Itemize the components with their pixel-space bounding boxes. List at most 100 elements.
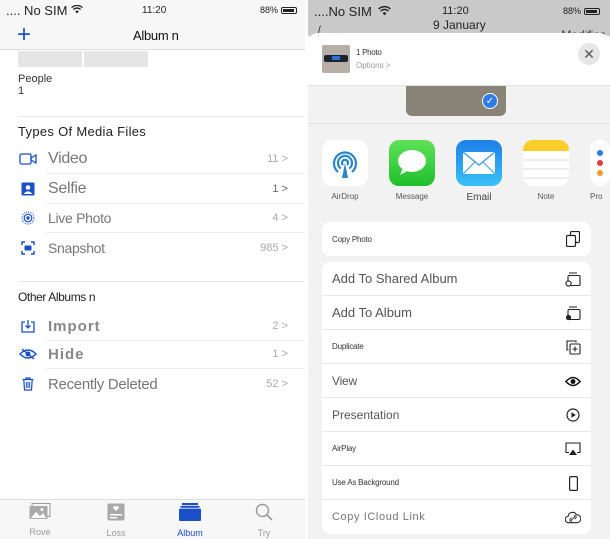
for-you-tab-icon <box>107 503 125 526</box>
action-label: Add To Shared Album <box>332 271 458 286</box>
media-row-video[interactable]: Video 11 > <box>18 144 305 174</box>
action-label: View <box>332 373 357 388</box>
action-add-to-album[interactable]: Add To Album <box>322 296 591 330</box>
tab-search[interactable]: Try <box>234 503 294 538</box>
cloud-link-icon <box>565 509 581 525</box>
media-label: Snapshot <box>48 240 105 256</box>
page-title: Album n <box>133 28 179 43</box>
action-label: AirPlay <box>332 444 356 453</box>
share-sheet-header: 1 Photo Options > ✕ <box>308 33 610 86</box>
action-add-to-shared-album[interactable]: Add To Shared Album <box>322 262 591 296</box>
people-label: People <box>18 73 53 85</box>
media-row-live-photo[interactable]: Live Photo 4 > <box>18 203 305 233</box>
app-label: Message <box>395 192 429 201</box>
media-count: 985 > <box>260 242 288 254</box>
action-airplay[interactable]: AirPlay <box>322 432 591 466</box>
media-types-title: Types Of Media Files <box>18 124 147 139</box>
photo-thumbnail <box>322 45 350 73</box>
wifi-icon <box>71 3 84 17</box>
media-count: 4 > <box>272 212 288 224</box>
tab-albums[interactable]: Album <box>160 503 220 538</box>
share-app-email[interactable]: Email <box>456 140 523 203</box>
mail-icon <box>456 140 502 186</box>
phone-icon <box>565 475 581 491</box>
people-album[interactable]: People 1 <box>18 73 52 97</box>
action-presentation[interactable]: Presentation <box>322 398 591 432</box>
action-label: Copy ICloud Link <box>332 511 426 523</box>
actions-group-copy: Copy Photo <box>322 222 591 256</box>
trash-icon <box>18 374 38 394</box>
selected-photo-preview[interactable]: ✓ <box>406 86 506 116</box>
action-label: Use As Background <box>332 478 399 487</box>
action-copy-photo[interactable]: Copy Photo <box>322 222 591 256</box>
people-thumbnails[interactable] <box>18 51 148 67</box>
share-app-reminders[interactable]: Pro <box>590 140 610 203</box>
status-bar: .... No SIM 11:20 88% <box>0 0 305 20</box>
play-icon <box>565 407 581 423</box>
media-label: Selfie <box>48 180 87 197</box>
airdrop-icon <box>322 140 368 186</box>
close-icon: ✕ <box>583 45 595 62</box>
photos-tab-icon <box>29 503 51 525</box>
media-count: 1 > <box>272 183 288 195</box>
album-count: 52 > <box>266 378 288 390</box>
copy-icon <box>565 231 581 247</box>
albums-tab-icon <box>179 503 201 526</box>
tab-label: Loss <box>106 528 126 538</box>
album-row-hidden[interactable]: Hide 1 > <box>18 339 305 369</box>
action-label: Presentation <box>332 407 400 422</box>
video-icon <box>18 149 38 169</box>
app-label: Pro <box>590 192 603 201</box>
tab-label: Album <box>177 528 203 538</box>
add-album-button[interactable]: + <box>17 21 31 49</box>
clock: 11:20 <box>142 4 167 16</box>
album-label: Hide <box>48 345 85 363</box>
message-icon <box>389 140 435 186</box>
album-row-import[interactable]: Import 2 > <box>18 311 305 341</box>
reminders-icon <box>590 140 610 186</box>
clock: 11:20 <box>442 5 469 17</box>
live-photo-icon <box>18 208 38 228</box>
battery-icon <box>584 7 600 15</box>
action-duplicate[interactable]: Duplicate <box>322 330 591 364</box>
selection-title: 1 Photo <box>356 48 382 57</box>
options-link[interactable]: Options > <box>356 61 390 70</box>
tab-label: Rove <box>29 527 51 537</box>
snapshot-icon <box>18 238 38 258</box>
albums-screen: .... No SIM 11:20 88% + Album n People 1… <box>0 0 305 539</box>
battery-icon <box>281 6 297 14</box>
media-row-selfie[interactable]: Selfie 1 > <box>18 174 305 204</box>
search-tab-icon <box>255 503 273 526</box>
add-album-icon <box>565 305 581 321</box>
action-use-as-background[interactable]: Use As Background <box>322 466 591 500</box>
checkmark-icon: ✓ <box>482 93 498 109</box>
actions-group-main: Add To Shared Album Add To Album Duplica… <box>322 262 591 534</box>
share-app-note[interactable]: Note <box>523 140 590 203</box>
action-label: Add To Album <box>332 305 412 320</box>
album-label: Recently Deleted <box>48 375 158 393</box>
album-label: Import <box>48 317 101 335</box>
battery-percent: 88% <box>562 6 581 16</box>
other-albums-title: Other Albums n <box>18 290 96 304</box>
import-icon <box>18 316 38 336</box>
share-app-message[interactable]: Message <box>389 140 456 203</box>
action-copy-icloud-link[interactable]: Copy ICloud Link <box>322 500 591 534</box>
close-button[interactable]: ✕ <box>578 43 600 65</box>
media-row-snapshot[interactable]: Snapshot 985 > <box>18 233 288 263</box>
action-label: Copy Photo <box>332 234 372 244</box>
battery-percent: 88% <box>259 5 278 15</box>
carrier-label: ....No SIM <box>314 3 372 19</box>
tab-for-you[interactable]: Loss <box>86 503 146 538</box>
share-app-airdrop[interactable]: AirDrop <box>322 140 389 203</box>
nav-bar: + Album n <box>0 20 305 50</box>
wifi-icon <box>377 4 391 19</box>
album-row-recently-deleted[interactable]: Recently Deleted 52 > <box>18 369 288 399</box>
airplay-icon <box>565 441 581 457</box>
app-label: Email <box>466 192 492 203</box>
action-label: Duplicate <box>332 342 364 351</box>
media-label: Video <box>48 150 88 167</box>
action-view[interactable]: View <box>322 364 591 398</box>
divider <box>308 123 610 124</box>
divider <box>18 281 305 282</box>
tab-photos[interactable]: Rove <box>10 503 70 537</box>
